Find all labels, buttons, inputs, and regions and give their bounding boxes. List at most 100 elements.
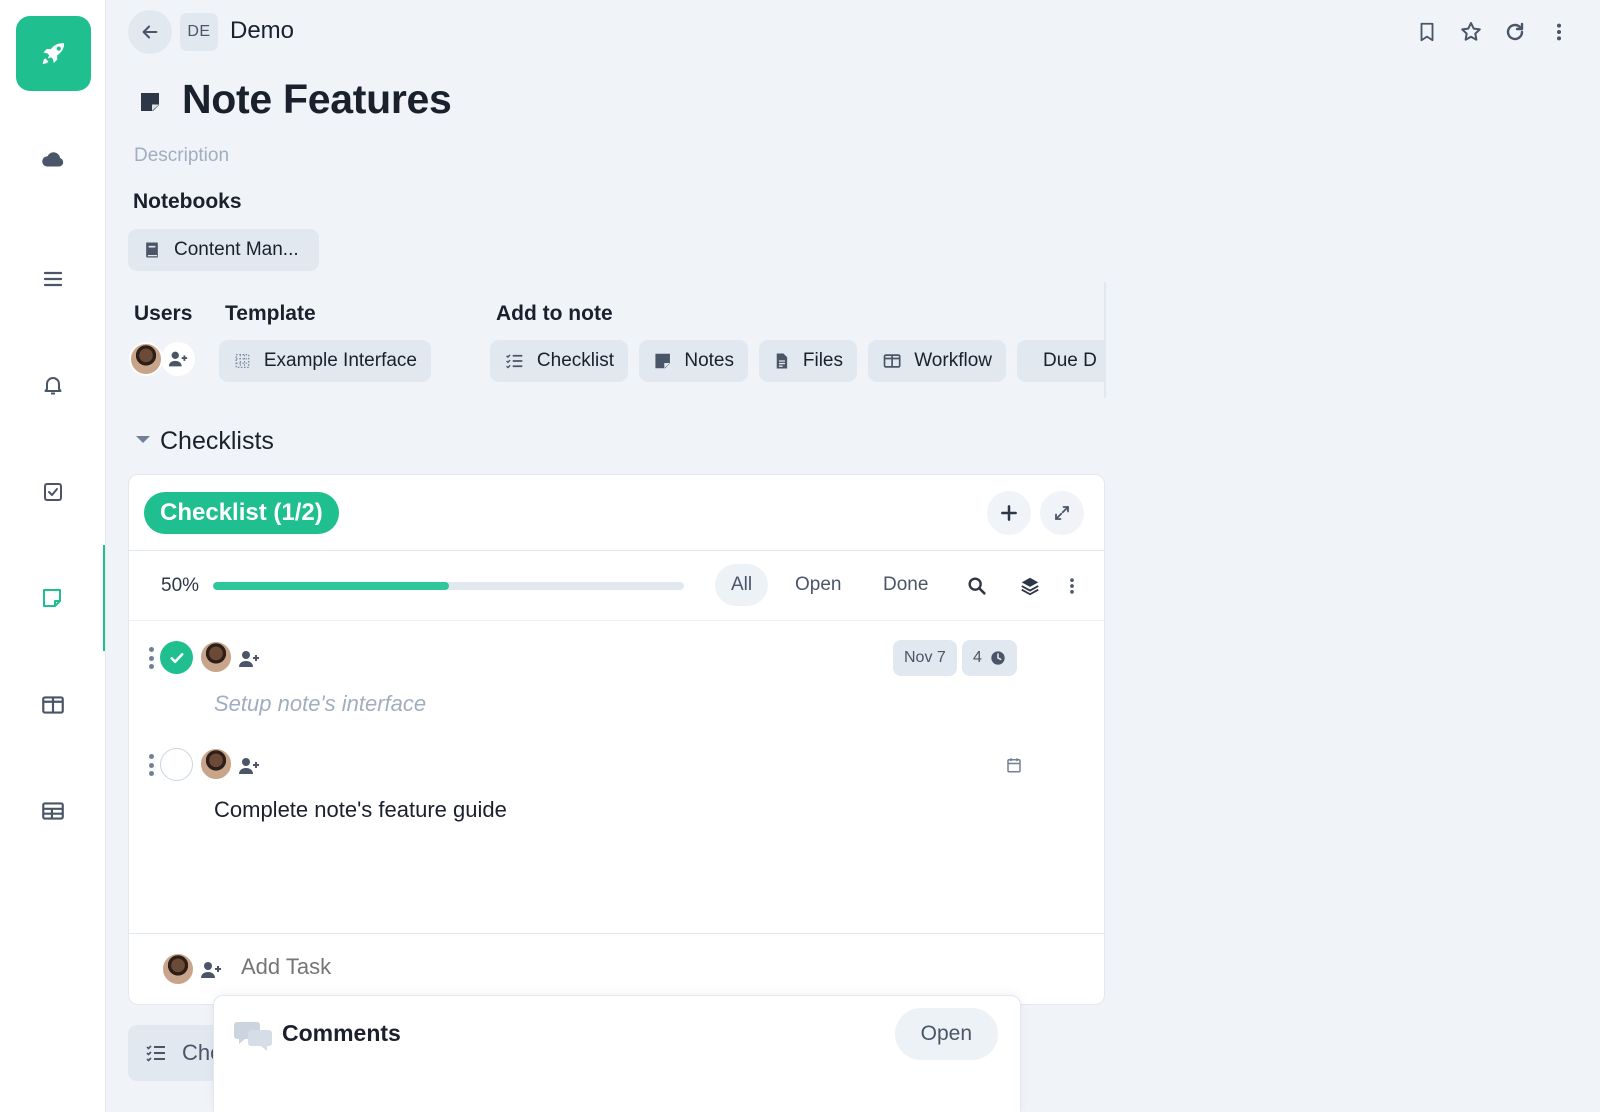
rocket-icon (42, 42, 64, 64)
checklist-icon (506, 354, 523, 369)
check-icon (169, 652, 184, 663)
more-options-button[interactable] (1546, 16, 1572, 48)
favorite-button[interactable] (1458, 16, 1484, 48)
add-item-button[interactable] (987, 491, 1031, 535)
sidebar-item-menu[interactable] (0, 255, 105, 303)
app-logo[interactable] (16, 16, 91, 91)
checklist-title-badge[interactable]: Checklist (1/2) (144, 492, 339, 534)
note-icon (141, 93, 159, 111)
search-icon (968, 577, 986, 595)
user-plus-icon[interactable] (237, 647, 261, 671)
more-vertical-icon (1556, 23, 1562, 41)
filter-done[interactable]: Done (867, 564, 944, 606)
checkbox-icon (43, 483, 62, 501)
add-user-button[interactable] (161, 342, 195, 376)
users-group (129, 342, 195, 376)
page-title[interactable]: Note Features (182, 76, 452, 123)
checklist-toolbar: 50% All Open Done (129, 551, 1104, 621)
header-actions (1414, 16, 1572, 48)
book-icon (146, 242, 158, 258)
notebook-chip[interactable]: Content Man... (128, 229, 319, 271)
avatar[interactable] (129, 342, 163, 376)
progress-fill (213, 582, 449, 590)
plus-icon (1001, 505, 1017, 521)
progress-percent: 50% (161, 575, 200, 596)
bookmark-button[interactable] (1414, 16, 1440, 48)
add-due-date-label: Due D (1043, 350, 1097, 371)
user-plus-icon[interactable] (199, 958, 223, 982)
checklists-section-title[interactable]: Checklists (160, 427, 274, 456)
checklist-header: Checklist (1/2) (129, 475, 1104, 551)
add-checklist-label: Checklist (536, 350, 614, 371)
template-label: Template (225, 302, 316, 325)
user-plus-icon[interactable] (237, 754, 261, 778)
checklist-icon (146, 1045, 165, 1062)
comments-open-button[interactable]: Open (894, 1008, 998, 1060)
time-count-label: 4 (973, 649, 982, 666)
sidebar (0, 0, 106, 1112)
arrow-left-icon (142, 25, 158, 39)
due-date-tag[interactable]: Nov 7 (893, 640, 957, 676)
filter-all[interactable]: All (715, 564, 769, 606)
divider (1104, 282, 1106, 398)
add-workflow-label: Workflow (914, 350, 992, 371)
sidebar-item-board[interactable] (0, 681, 105, 729)
task-text[interactable]: Complete note's feature guide (214, 797, 507, 823)
note-icon (655, 353, 670, 369)
task-checkbox-checked[interactable] (160, 641, 193, 674)
layers-icon (1021, 577, 1039, 596)
layers-button[interactable] (1017, 573, 1043, 599)
avatar[interactable] (161, 952, 195, 986)
more-vertical-icon (1070, 578, 1074, 594)
progress-bar (213, 582, 684, 590)
checklist-more-button[interactable] (1059, 573, 1085, 599)
collapse-caret-icon[interactable] (136, 436, 150, 443)
sidebar-item-notes[interactable] (0, 545, 105, 651)
add-due-date-button[interactable]: Due D (1017, 340, 1105, 382)
sidebar-item-cloud[interactable] (0, 136, 105, 184)
calendar-icon[interactable] (1005, 756, 1023, 774)
add-files-label: Files (802, 350, 843, 371)
drag-handle-icon[interactable] (148, 647, 154, 669)
add-workflow-button[interactable]: Workflow (868, 340, 1006, 382)
task-text[interactable]: Setup note's interface (214, 691, 426, 717)
workspace-name[interactable]: Demo (230, 17, 294, 45)
refresh-button[interactable] (1502, 16, 1528, 48)
add-to-note-label: Add to note (496, 302, 613, 325)
add-files-button[interactable]: Files (759, 340, 857, 382)
note-icon (42, 589, 61, 607)
template-chip[interactable]: Example Interface (219, 340, 431, 382)
due-date-label: Nov 7 (904, 649, 946, 666)
back-button[interactable] (128, 10, 172, 54)
grid-dots-icon (235, 354, 250, 368)
notebooks-label: Notebooks (133, 190, 242, 213)
avatar[interactable] (199, 640, 233, 674)
add-notes-button[interactable]: Notes (639, 340, 748, 382)
workspace-badge[interactable]: DE (180, 13, 218, 51)
filter-open[interactable]: Open (779, 564, 857, 606)
comments-title: Comments (282, 1020, 401, 1046)
description-field[interactable]: Description (134, 145, 229, 167)
notebook-chip-label: Content Man... (174, 239, 299, 260)
file-icon (776, 353, 788, 369)
search-button[interactable] (964, 573, 990, 599)
columns-icon (883, 354, 901, 368)
clock-icon (991, 651, 1005, 665)
add-checklist-button[interactable]: Checklist (490, 340, 628, 382)
add-notes-label: Notes (684, 350, 734, 371)
expand-icon (1055, 506, 1069, 520)
task-checkbox[interactable] (160, 748, 193, 781)
user-plus-icon (168, 351, 188, 367)
sidebar-item-tasks[interactable] (0, 468, 105, 516)
refresh-icon (1506, 22, 1524, 41)
cloud-icon (41, 152, 63, 167)
users-label: Users (134, 302, 193, 325)
drag-handle-icon[interactable] (148, 754, 154, 776)
expand-button[interactable] (1040, 491, 1084, 535)
sidebar-item-table[interactable] (0, 787, 105, 835)
time-count-tag[interactable]: 4 (962, 640, 1017, 676)
avatar[interactable] (199, 747, 233, 781)
sidebar-item-notifications[interactable] (0, 361, 105, 409)
comments-icon (234, 1022, 272, 1051)
add-task-input[interactable] (241, 954, 841, 980)
